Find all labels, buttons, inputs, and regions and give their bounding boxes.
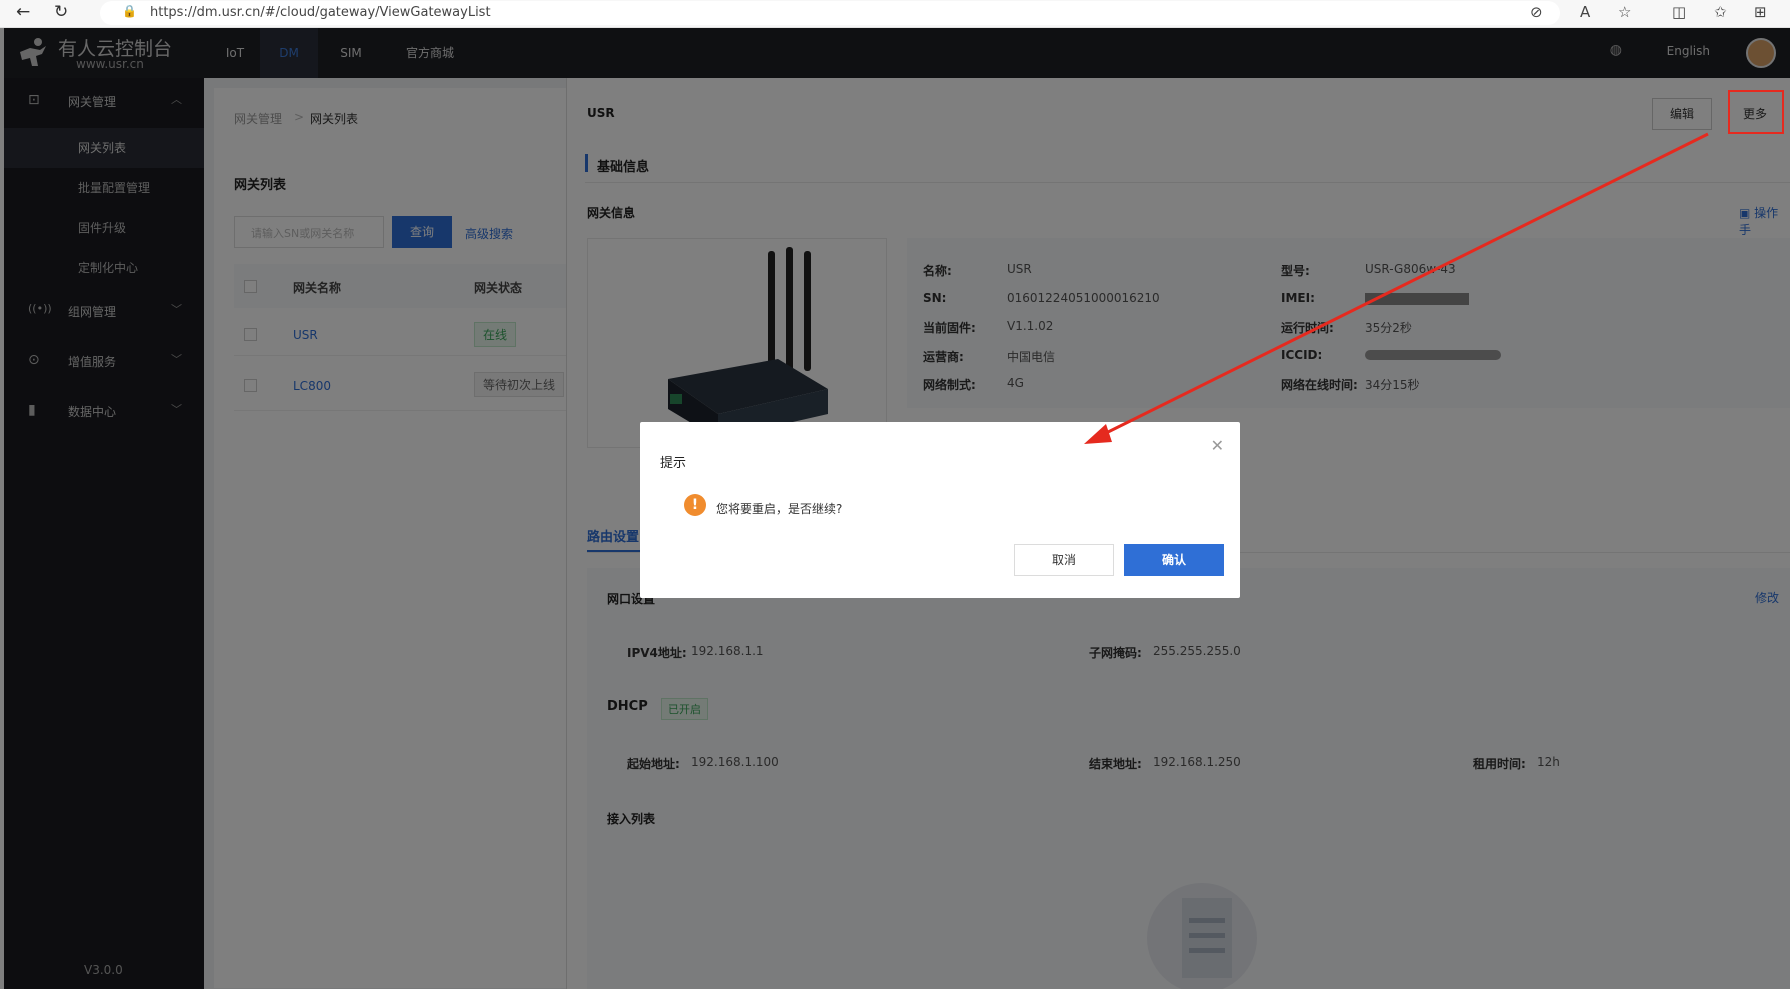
more-button-highlight	[1728, 90, 1784, 134]
back-icon[interactable]: ←	[16, 2, 30, 22]
favorite-star-icon[interactable]: ☆	[1618, 3, 1631, 21]
warning-icon: !	[684, 494, 706, 516]
tracking-icon[interactable]: ⊘	[1530, 3, 1543, 21]
cancel-button[interactable]: 取消	[1014, 544, 1114, 576]
collections-icon[interactable]: ⊞	[1754, 3, 1767, 21]
refresh-icon[interactable]: ↻	[54, 2, 68, 22]
read-aloud-icon[interactable]: A	[1580, 3, 1590, 21]
url-text: https://dm.usr.cn/#/cloud/gateway/ViewGa…	[150, 5, 491, 20]
dialog-message: 您将要重启，是否继续?	[716, 502, 843, 516]
browser-bar: ← ↻ 🔒 https://dm.usr.cn/#/cloud/gateway/…	[0, 0, 1790, 28]
confirm-dialog: 提示 ✕ ! 您将要重启，是否继续? 取消 确认	[640, 422, 1240, 598]
favorites-icon[interactable]: ✩	[1714, 3, 1727, 21]
dialog-title: 提示	[660, 456, 687, 471]
close-icon[interactable]: ✕	[1211, 436, 1224, 455]
split-screen-icon[interactable]: ◫	[1672, 3, 1686, 21]
confirm-button[interactable]: 确认	[1124, 544, 1224, 576]
address-bar[interactable]: 🔒 https://dm.usr.cn/#/cloud/gateway/View…	[100, 1, 1560, 25]
lock-icon: 🔒	[122, 4, 137, 18]
